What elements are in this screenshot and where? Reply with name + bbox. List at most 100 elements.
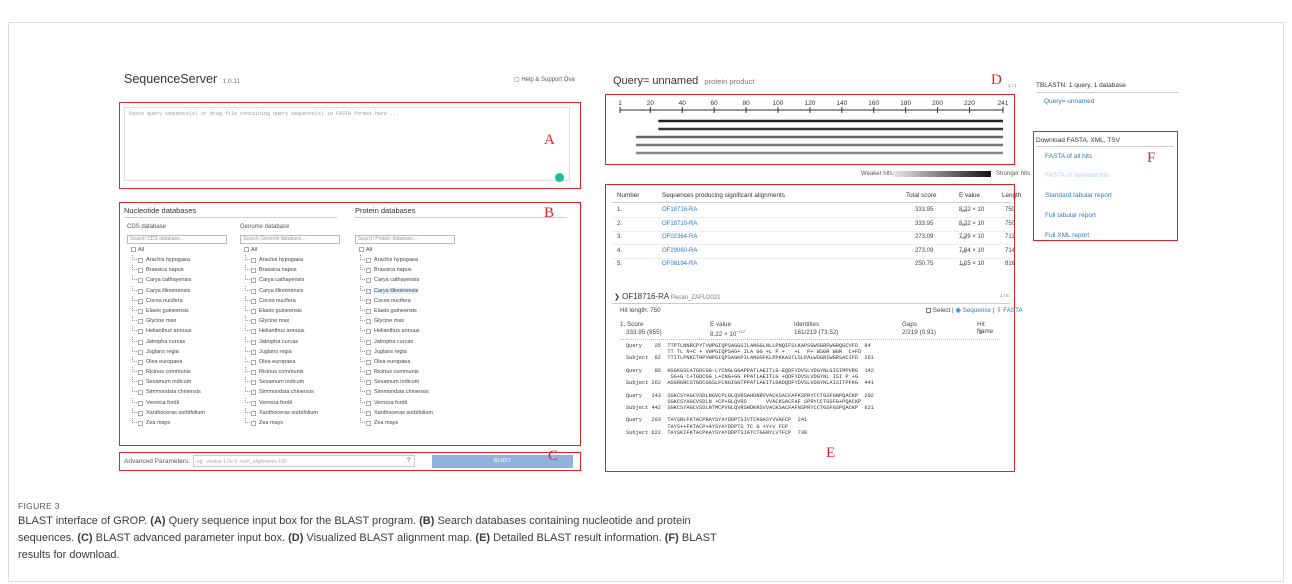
checkbox[interactable] (366, 258, 371, 263)
checkbox[interactable] (366, 339, 371, 345)
advanced-help-button[interactable]: ? (402, 455, 415, 467)
hit-link[interactable]: OF29060-RA (662, 245, 697, 258)
help-link[interactable]: ▢ Help & Support Ova (514, 76, 575, 83)
download-full-xml[interactable]: Full XML report (1045, 232, 1089, 239)
cds-db-item[interactable]: Sesamum indicum (128, 377, 228, 387)
genome-search-input[interactable]: Search Genome database... (240, 235, 340, 244)
protein-db-item[interactable]: Elaeis guineensis (356, 305, 456, 316)
cds-db-item[interactable]: Carya cathayensis (128, 275, 228, 285)
genome-db-item[interactable]: Glycine max (241, 316, 341, 326)
protein-search-input[interactable]: Search Protein database... (355, 235, 455, 244)
download-fasta-all[interactable]: FASTA of all hits (1045, 153, 1092, 160)
protein-db-item[interactable]: Xanthoceras sorbifolium (356, 407, 456, 418)
genome-db-item[interactable]: Carya cathayensis (241, 275, 341, 285)
checkbox[interactable] (138, 349, 143, 355)
cds-db-item[interactable]: Arachis hypogaea (128, 255, 228, 265)
checkbox[interactable] (359, 247, 364, 252)
protein-db-item[interactable]: Olea europaea (356, 356, 456, 367)
checkbox[interactable] (138, 298, 143, 304)
checkbox[interactable] (366, 268, 371, 274)
protein-db-item[interactable]: Vernicia fordii (356, 397, 456, 408)
checkbox[interactable] (138, 268, 143, 274)
hit-link[interactable]: OF02364-RA (662, 231, 697, 244)
cds-db-item[interactable]: Jatropha curcas (128, 336, 228, 347)
genome-db-item[interactable]: Cocos nucifera (241, 295, 341, 306)
checkbox[interactable] (131, 247, 136, 252)
cds-db-item[interactable]: Xanthoceras sorbifolium (128, 407, 228, 418)
protein-db-item[interactable]: Arachis hypogaea (356, 255, 456, 265)
cds-db-item[interactable]: Zea mays (128, 418, 228, 428)
cds-db-item[interactable]: Juglans regia (128, 346, 228, 357)
checkbox[interactable] (251, 339, 256, 345)
genome-db-item[interactable]: Olea europaea (241, 356, 341, 367)
cds-db-item[interactable]: Elaeis guineensis (128, 305, 228, 316)
checkbox[interactable] (251, 288, 256, 294)
cds-db-item[interactable]: Olea europaea (128, 356, 228, 367)
cds-db-item[interactable]: Carya illinoinensis (128, 285, 228, 296)
checkbox[interactable] (138, 339, 143, 345)
fasta-link[interactable]: FASTA (1003, 307, 1022, 314)
checkbox[interactable] (366, 400, 371, 406)
checkbox[interactable] (138, 421, 143, 426)
checkbox[interactable] (366, 359, 371, 365)
checkbox[interactable] (366, 421, 371, 426)
checkbox[interactable] (138, 370, 143, 376)
checkbox[interactable] (251, 359, 256, 365)
checkbox[interactable] (138, 329, 143, 335)
checkbox[interactable] (366, 380, 371, 386)
checkbox[interactable] (251, 380, 256, 386)
checkbox[interactable] (366, 278, 371, 284)
cds-db-item[interactable]: Helianthus annuus (128, 326, 228, 336)
checkbox[interactable] (366, 308, 371, 314)
protein-db-item[interactable]: Helianthus annuus (356, 326, 456, 336)
checkbox[interactable] (251, 390, 256, 396)
checkbox[interactable] (366, 288, 371, 294)
checkbox[interactable] (251, 308, 256, 314)
protein-db-item[interactable]: Zea mays (356, 418, 456, 428)
genome-root-all[interactable]: All (241, 245, 341, 255)
genome-db-item[interactable]: Brassica napus (241, 265, 341, 275)
checkbox[interactable] (138, 288, 143, 294)
select-checkbox[interactable] (926, 307, 931, 313)
hit-link[interactable]: OF18710-RA (662, 218, 697, 231)
protein-db-item[interactable]: Carya illinoinensis (356, 285, 456, 296)
checkbox[interactable] (366, 410, 371, 416)
genome-db-item[interactable]: Elaeis guineensis (241, 305, 341, 316)
checkbox[interactable] (244, 247, 249, 252)
checkbox[interactable] (251, 400, 256, 406)
download-full-tabular[interactable]: Full tabular report (1045, 212, 1096, 219)
checkbox[interactable] (138, 380, 143, 386)
genome-db-item[interactable]: Arachis hypogaea (241, 255, 341, 265)
checkbox[interactable] (138, 400, 143, 406)
download-standard-tabular[interactable]: Standard tabular report (1045, 192, 1112, 199)
genome-db-item[interactable]: Helianthus annuus (241, 326, 341, 336)
genome-db-item[interactable]: Jatropha curcas (241, 336, 341, 347)
genome-db-item[interactable]: Xanthoceras sorbifolium (241, 407, 341, 418)
cds-db-item[interactable]: Simmondsia chinensis (128, 387, 228, 397)
checkbox[interactable] (138, 308, 143, 314)
checkbox[interactable] (138, 258, 143, 263)
protein-db-item[interactable]: Carya cathayensis (356, 275, 456, 285)
checkbox[interactable] (251, 278, 256, 284)
genome-db-item[interactable]: Zea mays (241, 418, 341, 428)
checkbox[interactable] (366, 329, 371, 335)
genome-db-item[interactable]: Vernicia fordii (241, 397, 341, 408)
protein-db-item[interactable]: Ricinus communis (356, 367, 456, 377)
cds-search-input[interactable]: Search CDS database... (127, 235, 227, 244)
protein-db-item[interactable]: Sesamum indicum (356, 377, 456, 387)
genome-db-item[interactable]: Carya illinoinensis (241, 285, 341, 296)
protein-root-all[interactable]: All (356, 245, 456, 255)
query-link[interactable]: Query= unnamed (1044, 98, 1094, 105)
cds-db-item[interactable]: Glycine max (128, 316, 228, 326)
hit-link[interactable]: OF08194-RA (662, 258, 697, 271)
cds-root-all[interactable]: All (128, 245, 228, 255)
hit-link[interactable]: OF18716-RA (662, 204, 697, 217)
genome-db-item[interactable]: Sesamum indicum (241, 377, 341, 387)
checkbox[interactable] (366, 319, 371, 325)
checkbox[interactable] (366, 349, 371, 355)
checkbox[interactable] (366, 390, 371, 396)
genome-db-item[interactable]: Ricinus communis (241, 367, 341, 377)
checkbox[interactable] (251, 268, 256, 274)
checkbox[interactable] (251, 329, 256, 335)
cds-db-item[interactable]: Brassica napus (128, 265, 228, 275)
